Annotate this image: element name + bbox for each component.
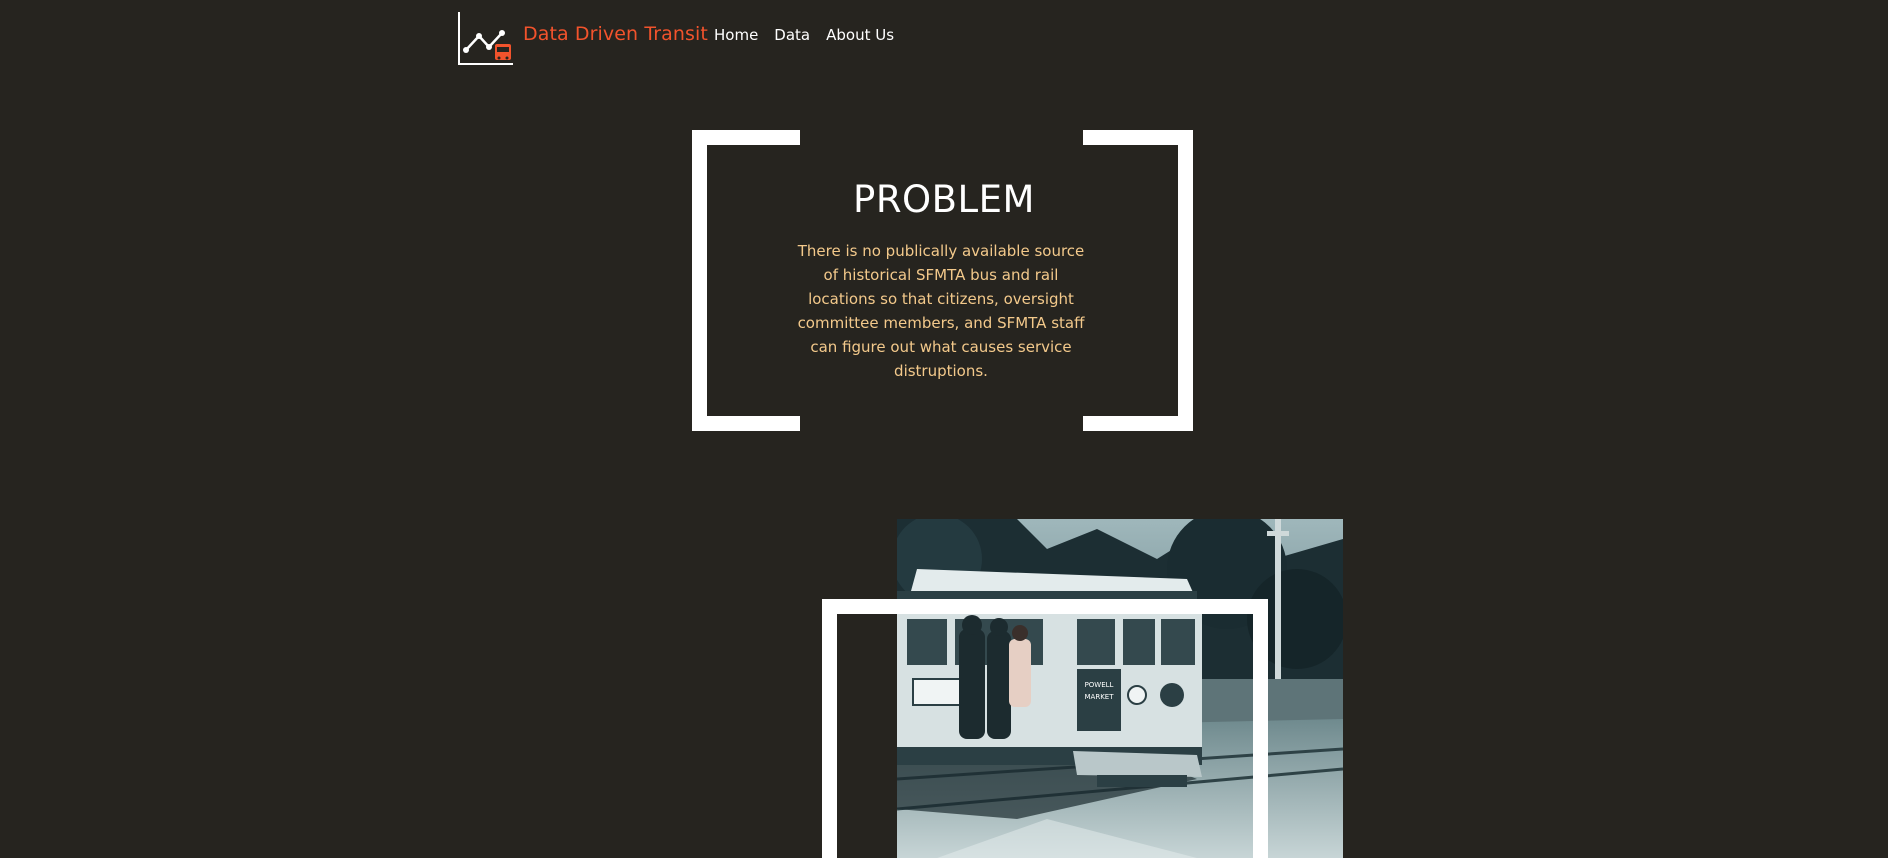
cable-car-sign-line1: POWELL (1085, 681, 1114, 689)
logo-icon[interactable] (458, 12, 514, 66)
nav-about-us[interactable]: About Us (826, 26, 894, 44)
cable-car-photo: POWELL MARKET (897, 519, 1343, 858)
cable-car-sign-line2: MARKET (1085, 693, 1115, 701)
brand-link[interactable]: Data Driven Transit (523, 23, 708, 45)
main-nav: Home Data About Us (714, 26, 894, 44)
problem-title: PROBLEM (853, 178, 1035, 221)
problem-description: There is no publically available source … (797, 242, 1085, 380)
nav-home[interactable]: Home (714, 26, 758, 44)
nav-data[interactable]: Data (774, 26, 810, 44)
